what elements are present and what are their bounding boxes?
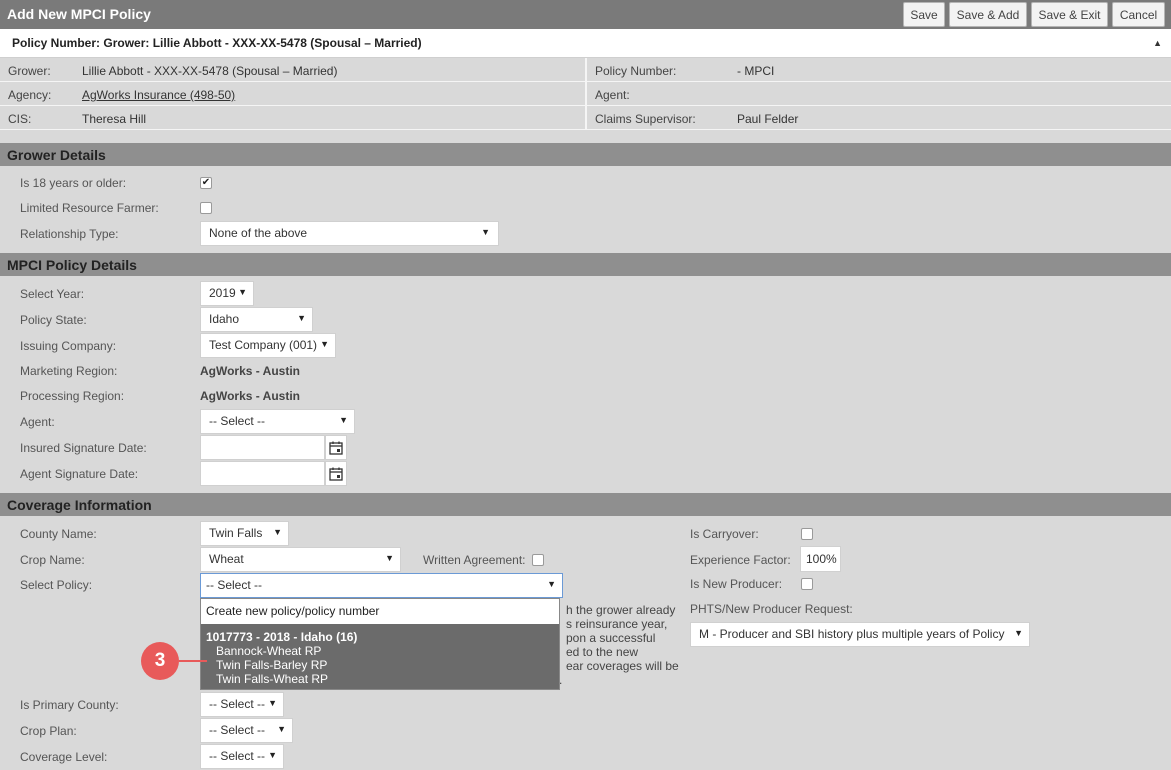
limited-resource-checkbox[interactable] <box>200 202 212 214</box>
help-text-line: ear coverages will be <box>566 659 679 673</box>
save-and-exit-button[interactable]: Save & Exit <box>1031 2 1108 27</box>
processing-region-value: AgWorks - Austin <box>200 389 301 403</box>
policy-group-title: 1017773 - 2018 - Idaho (16) <box>206 630 358 644</box>
new-producer-label: Is New Producer: <box>690 577 783 591</box>
help-text-line: s reinsurance year, <box>566 617 668 631</box>
coverage-header: Coverage Information <box>0 493 1171 516</box>
insured-signature-label: Insured Signature Date: <box>20 441 147 455</box>
chevron-down-icon: ▼ <box>481 227 490 237</box>
policy-header-text: Policy Number: Grower: Lillie Abbott - X… <box>12 36 422 50</box>
help-text-line: pon a successful <box>566 631 656 645</box>
crop-plan-label: Crop Plan: <box>20 724 77 738</box>
coverage-level-select[interactable]: -- Select -- ▼ <box>200 744 284 769</box>
chevron-down-icon: ▼ <box>238 287 247 297</box>
grower-details-header: Grower Details <box>0 143 1171 166</box>
callout-connector <box>179 660 207 662</box>
claims-supervisor-value: Paul Felder <box>737 112 799 126</box>
save-and-add-button[interactable]: Save & Add <box>949 2 1027 27</box>
crop-plan-select[interactable]: -- Select -- ▼ <box>200 718 293 743</box>
crop-select[interactable]: Wheat ▼ <box>200 547 401 572</box>
chevron-down-icon: ▼ <box>547 579 556 589</box>
chevron-down-icon: ▼ <box>273 527 282 537</box>
policy-option[interactable]: Twin Falls-Barley RP <box>216 658 327 672</box>
create-policy-option[interactable]: Create new policy/policy number <box>201 599 559 624</box>
agent-label: Agent: <box>20 415 55 429</box>
company-select[interactable]: Test Company (001) ▼ <box>200 333 336 358</box>
chevron-down-icon: ▼ <box>1014 628 1023 638</box>
window-title: Add New MPCI Policy <box>7 6 151 22</box>
relationship-label: Relationship Type: <box>20 227 119 241</box>
chevron-down-icon: ▼ <box>277 724 286 734</box>
chevron-down-icon: ▼ <box>339 415 348 425</box>
state-select[interactable]: Idaho ▼ <box>200 307 313 332</box>
step-callout-badge: 3 <box>141 642 179 680</box>
county-select[interactable]: Twin Falls ▼ <box>200 521 289 546</box>
experience-factor-label: Experience Factor: <box>690 553 791 567</box>
info-agency: Agency: AgWorks Insurance (498-50) <box>0 83 585 106</box>
phts-select[interactable]: M - Producer and SBI history plus multip… <box>690 622 1030 647</box>
info-policy-number: Policy Number: - MPCI <box>587 59 1171 82</box>
grower-value: Lillie Abbott - XXX-XX-5478 (Spousal – M… <box>82 64 338 78</box>
policy-option[interactable]: Twin Falls-Wheat RP <box>216 672 328 686</box>
policy-option-group: 1017773 - 2018 - Idaho (16) Bannock-Whea… <box>201 624 559 689</box>
coverage-level-label: Coverage Level: <box>20 750 108 764</box>
crop-label: Crop Name: <box>20 553 85 567</box>
marketing-region-value: AgWorks - Austin <box>200 364 301 378</box>
company-label: Issuing Company: <box>20 339 117 353</box>
new-producer-checkbox[interactable] <box>801 578 813 590</box>
written-agreement-checkbox[interactable] <box>532 554 544 566</box>
cancel-button[interactable]: Cancel <box>1112 2 1165 27</box>
agent-signature-label: Agent Signature Date: <box>20 467 139 481</box>
info-cis: CIS: Theresa Hill <box>0 107 585 130</box>
save-button[interactable]: Save <box>903 2 945 27</box>
marketing-region-label: Marketing Region: <box>20 364 118 378</box>
policy-header[interactable]: Policy Number: Grower: Lillie Abbott - X… <box>0 29 1171 58</box>
window-titlebar: Add New MPCI Policy Save Save & Add Save… <box>0 0 1171 29</box>
mpci-details-header: MPCI Policy Details <box>0 253 1171 276</box>
agent-select[interactable]: -- Select -- ▼ <box>200 409 355 434</box>
primary-county-label: Is Primary County: <box>20 698 119 712</box>
calendar-icon[interactable] <box>325 461 347 486</box>
county-label: County Name: <box>20 527 97 541</box>
phts-label: PHTS/New Producer Request: <box>690 602 853 616</box>
state-label: Policy State: <box>20 313 87 327</box>
policy-option[interactable]: Bannock-Wheat RP <box>216 644 321 658</box>
primary-county-select[interactable]: -- Select -- ▼ <box>200 692 284 717</box>
select-policy-label: Select Policy: <box>20 578 93 592</box>
processing-region-label: Processing Region: <box>20 389 125 403</box>
policy-number-value: - MPCI <box>737 64 775 78</box>
relationship-select[interactable]: None of the above ▼ <box>200 221 499 246</box>
chevron-down-icon: ▼ <box>268 750 277 760</box>
select-policy-dropdown[interactable]: -- Select -- ▼ <box>200 573 563 598</box>
age-checkbox[interactable]: ✔ <box>200 177 212 189</box>
chevron-down-icon: ▼ <box>320 339 329 349</box>
agent-signature-input[interactable] <box>200 461 325 486</box>
carryover-checkbox[interactable] <box>801 528 813 540</box>
help-text-line: h the grower already <box>566 603 676 617</box>
written-agreement-label: Written Agreement: <box>423 553 526 567</box>
carryover-label: Is Carryover: <box>690 527 759 541</box>
year-label: Select Year: <box>20 287 85 301</box>
agency-link[interactable]: AgWorks Insurance (498-50) <box>82 88 235 102</box>
info-claims-supervisor: Claims Supervisor: Paul Felder <box>587 107 1171 130</box>
chevron-down-icon: ▼ <box>268 698 277 708</box>
collapse-caret-icon[interactable]: ▲ <box>1153 38 1162 48</box>
chevron-down-icon: ▼ <box>385 553 394 563</box>
info-grower: Grower: Lillie Abbott - XXX-XX-5478 (Spo… <box>0 59 585 82</box>
year-select[interactable]: 2019 ▼ <box>200 281 254 306</box>
help-text-line: ed to the new <box>566 645 639 659</box>
age-label: Is 18 years or older: <box>20 176 127 190</box>
info-agent: Agent: <box>587 83 1171 106</box>
cis-value: Theresa Hill <box>82 112 147 126</box>
experience-factor-input[interactable]: 100% <box>800 546 841 572</box>
chevron-down-icon: ▼ <box>297 313 306 323</box>
insured-signature-input[interactable] <box>200 435 325 460</box>
select-policy-options: Create new policy/policy number 1017773 … <box>200 598 560 690</box>
limited-resource-label: Limited Resource Farmer: <box>20 201 159 215</box>
calendar-icon[interactable] <box>325 435 347 460</box>
